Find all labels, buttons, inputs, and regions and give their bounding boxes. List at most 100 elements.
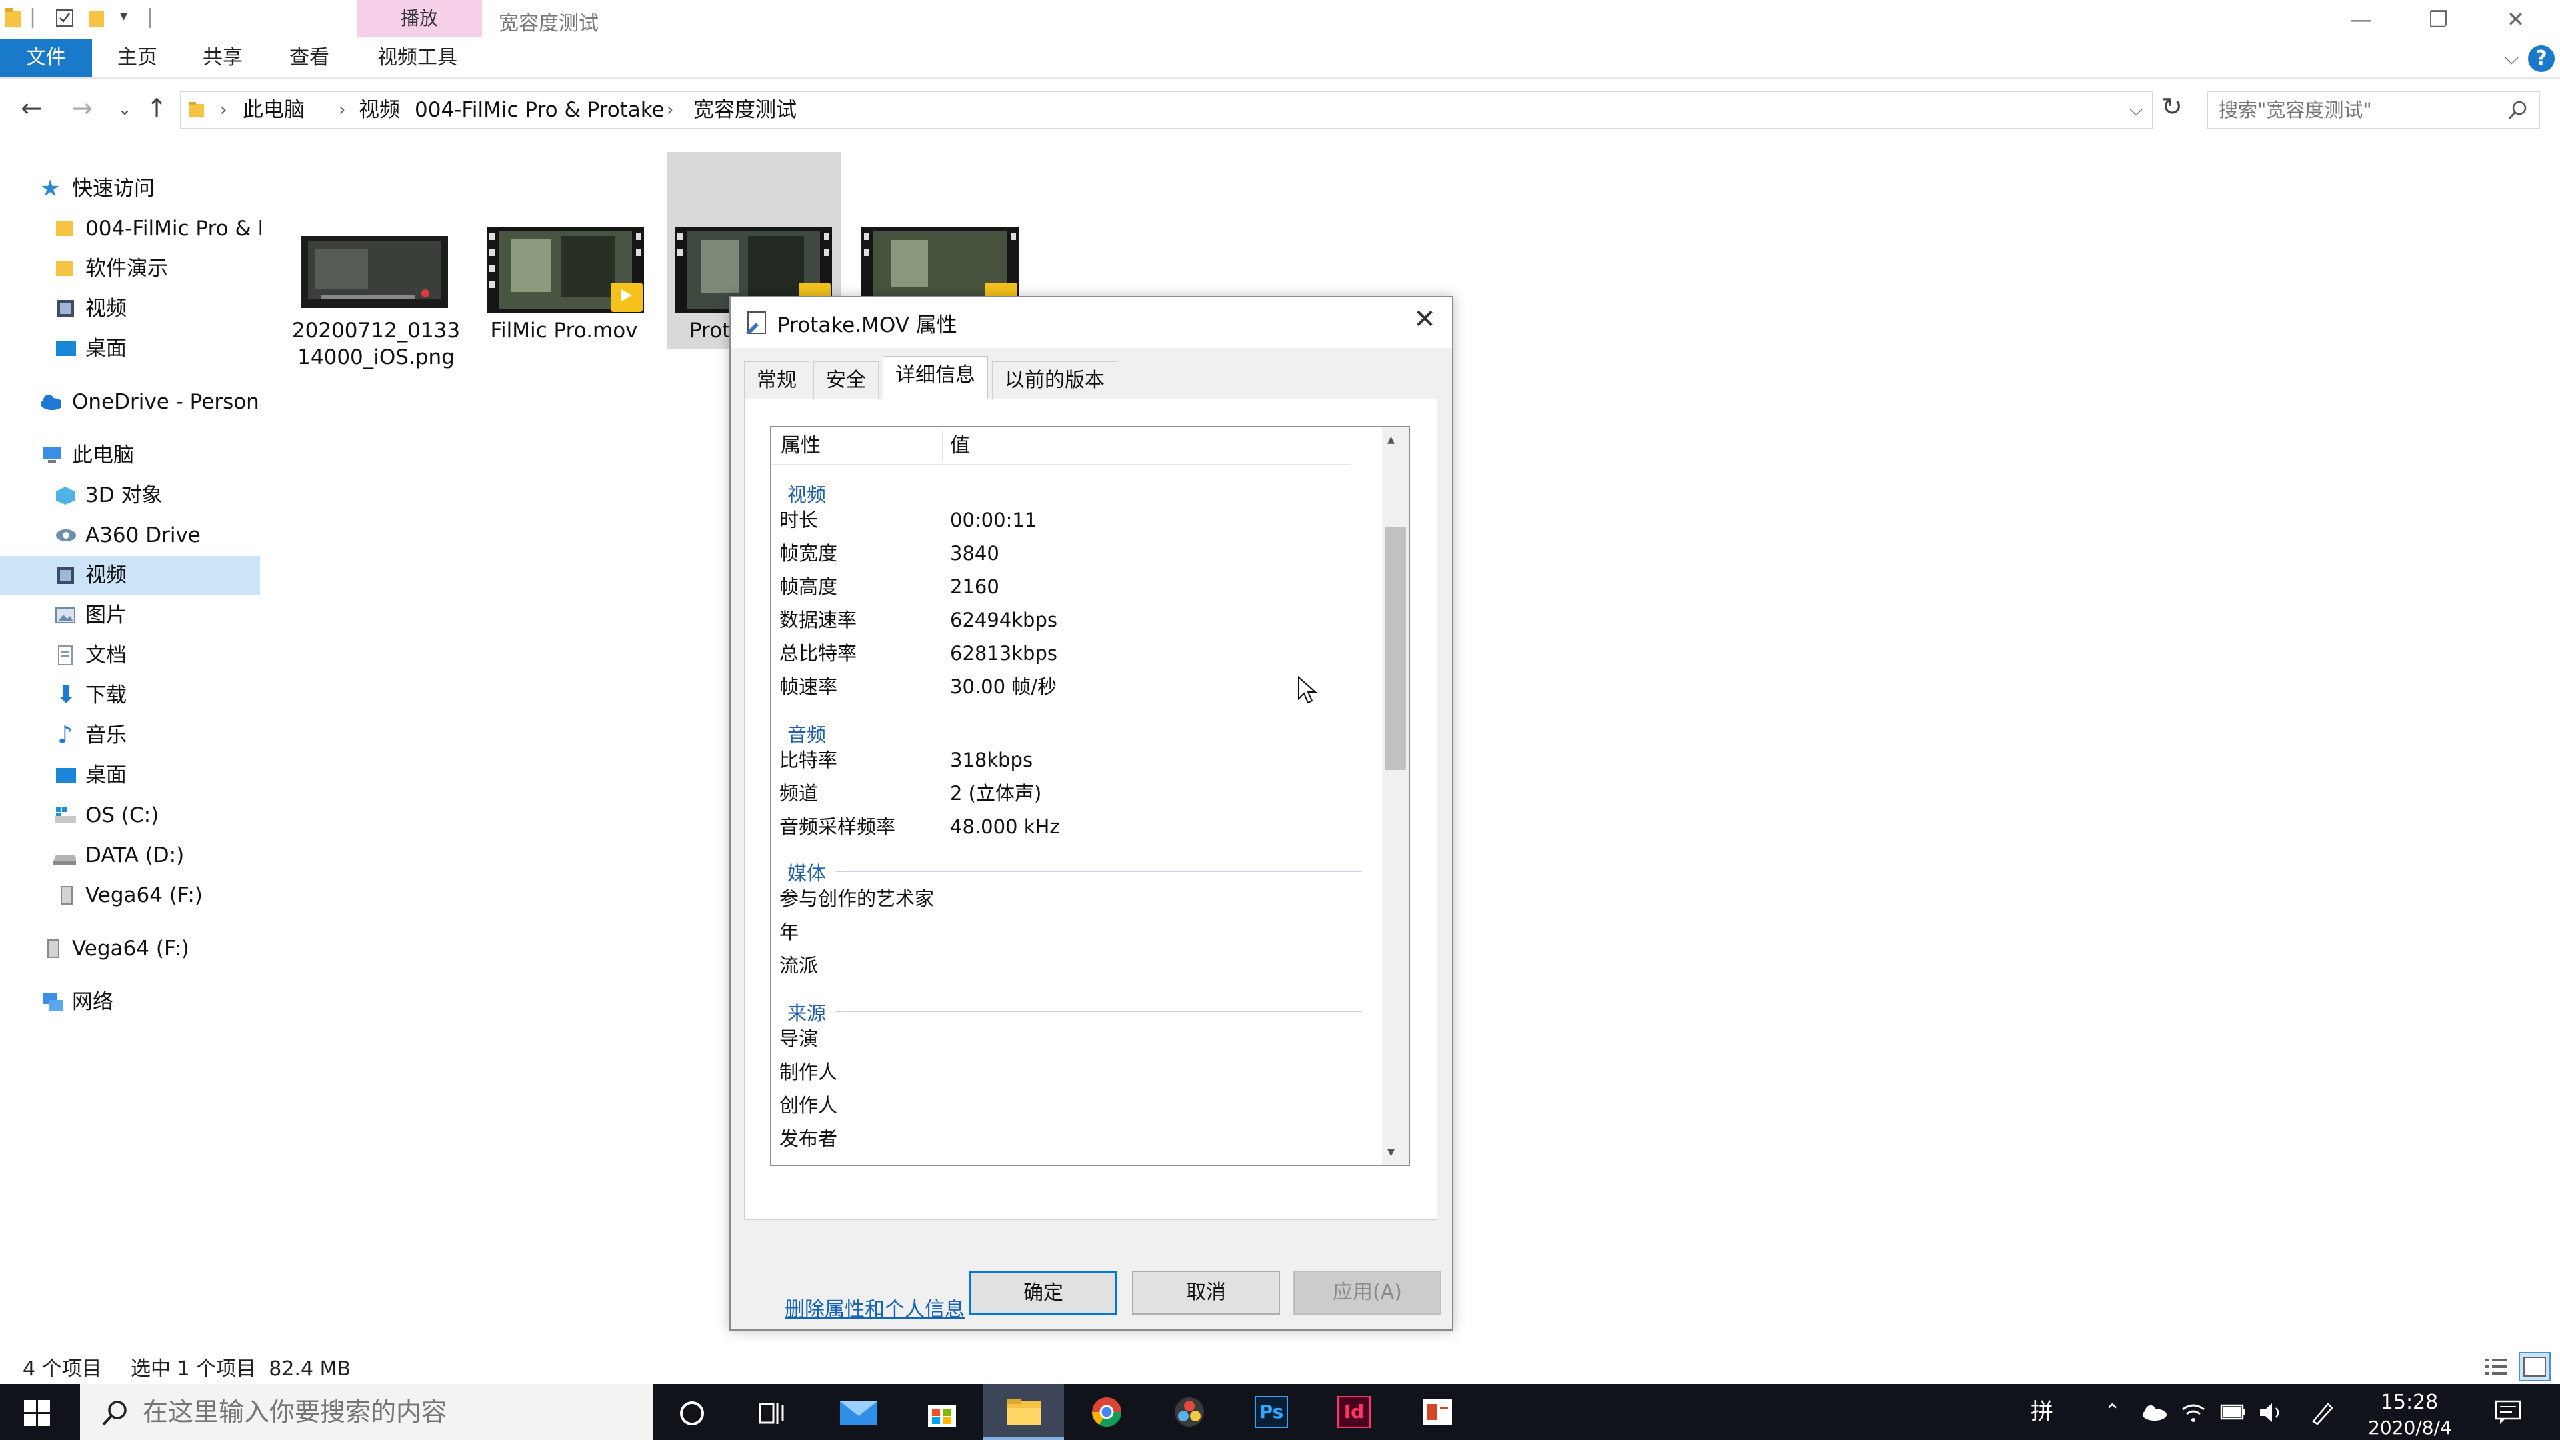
column-value[interactable]: 值	[950, 427, 970, 465]
breadcrumb-project-folder[interactable]: 004-FilMic Pro & Protake	[415, 92, 665, 128]
chevron-down-icon[interactable]: ⌵	[2129, 92, 2143, 128]
tab-previous-versions[interactable]: 以前的版本	[992, 361, 1117, 399]
tab-details[interactable]: 详细信息	[883, 356, 988, 400]
refresh-icon[interactable]: ↻	[2161, 92, 2183, 121]
scroll-down-icon[interactable]: ▾	[1387, 1144, 1395, 1161]
nav-item-pictures[interactable]: 图片	[0, 596, 261, 635]
nav-network[interactable]: 网络	[0, 983, 261, 1021]
office-app-icon[interactable]	[1396, 1384, 1477, 1440]
mail-app-icon[interactable]	[817, 1384, 899, 1440]
tab-security[interactable]: 安全	[813, 361, 879, 399]
store-bag-icon	[928, 1405, 956, 1427]
ribbon-tabs: 文件 主页 共享 查看 视频工具 ⌵ ?	[0, 39, 2560, 79]
nav-this-pc[interactable]: 此电脑	[0, 436, 261, 475]
nav-item-3d-objects[interactable]: 3D 对象	[0, 476, 261, 515]
properties-icon[interactable]	[55, 7, 75, 29]
davinci-resolve-app-icon[interactable]	[1148, 1384, 1229, 1440]
nav-item-downloads[interactable]: ⬇ 下载	[0, 676, 261, 715]
remove-properties-link[interactable]: 删除属性和个人信息	[785, 1293, 965, 1322]
apply-button[interactable]: 应用(A)	[1293, 1271, 1441, 1315]
battery-icon[interactable]	[2220, 1404, 2247, 1420]
help-icon[interactable]: ?	[2528, 45, 2555, 72]
chrome-app-icon[interactable]	[1065, 1384, 1147, 1440]
nav-item-videos[interactable]: 视频	[0, 556, 260, 595]
customize-toolbar-icon[interactable]: ▾	[120, 8, 127, 25]
ok-button[interactable]: 确定	[969, 1271, 1117, 1315]
close-icon[interactable]: ✕	[1408, 304, 1441, 335]
tab-view[interactable]: 查看	[276, 39, 343, 77]
cancel-button[interactable]: 取消	[1132, 1271, 1280, 1315]
nav-label: 桌面	[85, 337, 127, 361]
nav-item-documents[interactable]: 文档	[0, 636, 261, 675]
search-icon[interactable]	[2507, 99, 2529, 121]
tab-general[interactable]: 常规	[744, 361, 809, 399]
nav-item-drive-d[interactable]: DATA (D:)	[0, 836, 261, 875]
cortana-icon[interactable]	[677, 1399, 707, 1428]
tab-home[interactable]: 主页	[104, 39, 171, 77]
property-key: 年	[779, 921, 799, 943]
show-hidden-icons-icon[interactable]: ⌃	[2104, 1384, 2121, 1440]
tab-video-tools[interactable]: 视频工具	[364, 39, 471, 77]
forward-arrow-icon[interactable]: →	[65, 93, 99, 123]
restore-button[interactable]: ❐	[2400, 0, 2477, 40]
large-icons-view-icon[interactable]	[2519, 1352, 2551, 1381]
chevron-down-icon[interactable]: ⌵	[2505, 47, 2519, 69]
property-key: 时长	[779, 509, 819, 531]
nav-item-videos-qa[interactable]: 视频	[0, 289, 261, 328]
nav-item-music[interactable]: ♪ 音乐	[0, 716, 261, 755]
photoshop-app-icon[interactable]: Ps	[1231, 1384, 1312, 1440]
nav-label: DATA (D:)	[85, 843, 185, 867]
nav-item-desktop-qa[interactable]: 桌面	[0, 329, 261, 368]
property-list[interactable]: 属性 值 视频 时长 00:00:11 帧宽度 3840 帧高度 2160 数据速率 6…	[770, 426, 1410, 1166]
column-property[interactable]: 属性	[781, 427, 821, 465]
nav-item-desktop[interactable]: 桌面	[0, 756, 261, 795]
wifi-icon[interactable]	[2180, 1400, 2207, 1424]
nav-item-drive-f[interactable]: Vega64 (F:)	[0, 876, 261, 915]
play-context-tab[interactable]: 播放	[357, 0, 482, 37]
task-view-icon[interactable]	[757, 1399, 787, 1428]
column-divider	[942, 431, 943, 461]
close-window-button[interactable]: ✕	[2477, 0, 2554, 40]
nav-item-a360-drive[interactable]: A360 Drive	[0, 516, 261, 555]
up-arrow-icon[interactable]: ↑	[140, 93, 173, 123]
scrollbar-thumb[interactable]	[1385, 527, 1406, 770]
details-view-icon[interactable]	[2483, 1355, 2509, 1379]
hard-drive-icon	[53, 855, 76, 865]
windows-start-icon[interactable]	[24, 1400, 51, 1427]
volume-icon[interactable]	[2259, 1401, 2285, 1424]
scroll-up-icon[interactable]: ▴	[1387, 431, 1395, 448]
property-value: 00:00:11	[950, 509, 1037, 531]
onedrive-tray-icon[interactable]	[2140, 1403, 2168, 1421]
nav-item-drive-c[interactable]: OS (C:)	[0, 796, 261, 835]
clock-date[interactable]: 2020/8/4	[2360, 1400, 2460, 1456]
breadcrumb-this-pc[interactable]: 此电脑	[243, 92, 305, 128]
search-input[interactable]	[2217, 92, 2497, 128]
tab-share[interactable]: 共享	[189, 39, 256, 77]
notification-center-icon[interactable]	[2493, 1399, 2523, 1425]
item-count: 4 个项目	[23, 1357, 102, 1381]
nav-label: OneDrive - Persona	[72, 390, 261, 414]
minimize-button[interactable]: —	[2323, 0, 2399, 40]
ime-indicator[interactable]: 拼	[2031, 1384, 2053, 1440]
nav-item-demo[interactable]: 软件演示	[0, 249, 261, 288]
nav-vega-drive[interactable]: Vega64 (F:)	[0, 929, 261, 968]
file-explorer-app-icon[interactable]	[983, 1384, 1064, 1440]
nav-quick-access[interactable]: ★ 快速访问	[0, 169, 261, 208]
taskbar-search-box[interactable]	[80, 1384, 653, 1440]
address-bar[interactable]: › 此电脑 › 视频 › 004-FilMic Pro & Protake › …	[180, 91, 2153, 129]
breadcrumb-separator: ›	[220, 100, 227, 120]
taskbar-search-input[interactable]	[141, 1384, 635, 1440]
new-folder-icon[interactable]	[88, 7, 108, 29]
back-arrow-icon[interactable]: ←	[15, 93, 48, 123]
vertical-scrollbar[interactable]: ▴ ▾	[1382, 427, 1409, 1165]
nav-onedrive[interactable]: OneDrive - Persona	[0, 383, 261, 421]
indesign-app-icon[interactable]: Id	[1313, 1384, 1395, 1440]
nav-item-project-folder[interactable]: 004-FilMic Pro & F	[0, 209, 261, 248]
nav-label: 软件演示	[85, 257, 168, 281]
store-app-icon[interactable]	[900, 1384, 981, 1440]
breadcrumb-current-folder[interactable]: 宽容度测试	[693, 92, 797, 128]
tab-file[interactable]: 文件	[0, 39, 92, 77]
search-box[interactable]	[2207, 91, 2540, 129]
recent-locations-icon[interactable]: ⌄	[108, 100, 141, 119]
pen-workspace-icon[interactable]	[2309, 1400, 2336, 1425]
